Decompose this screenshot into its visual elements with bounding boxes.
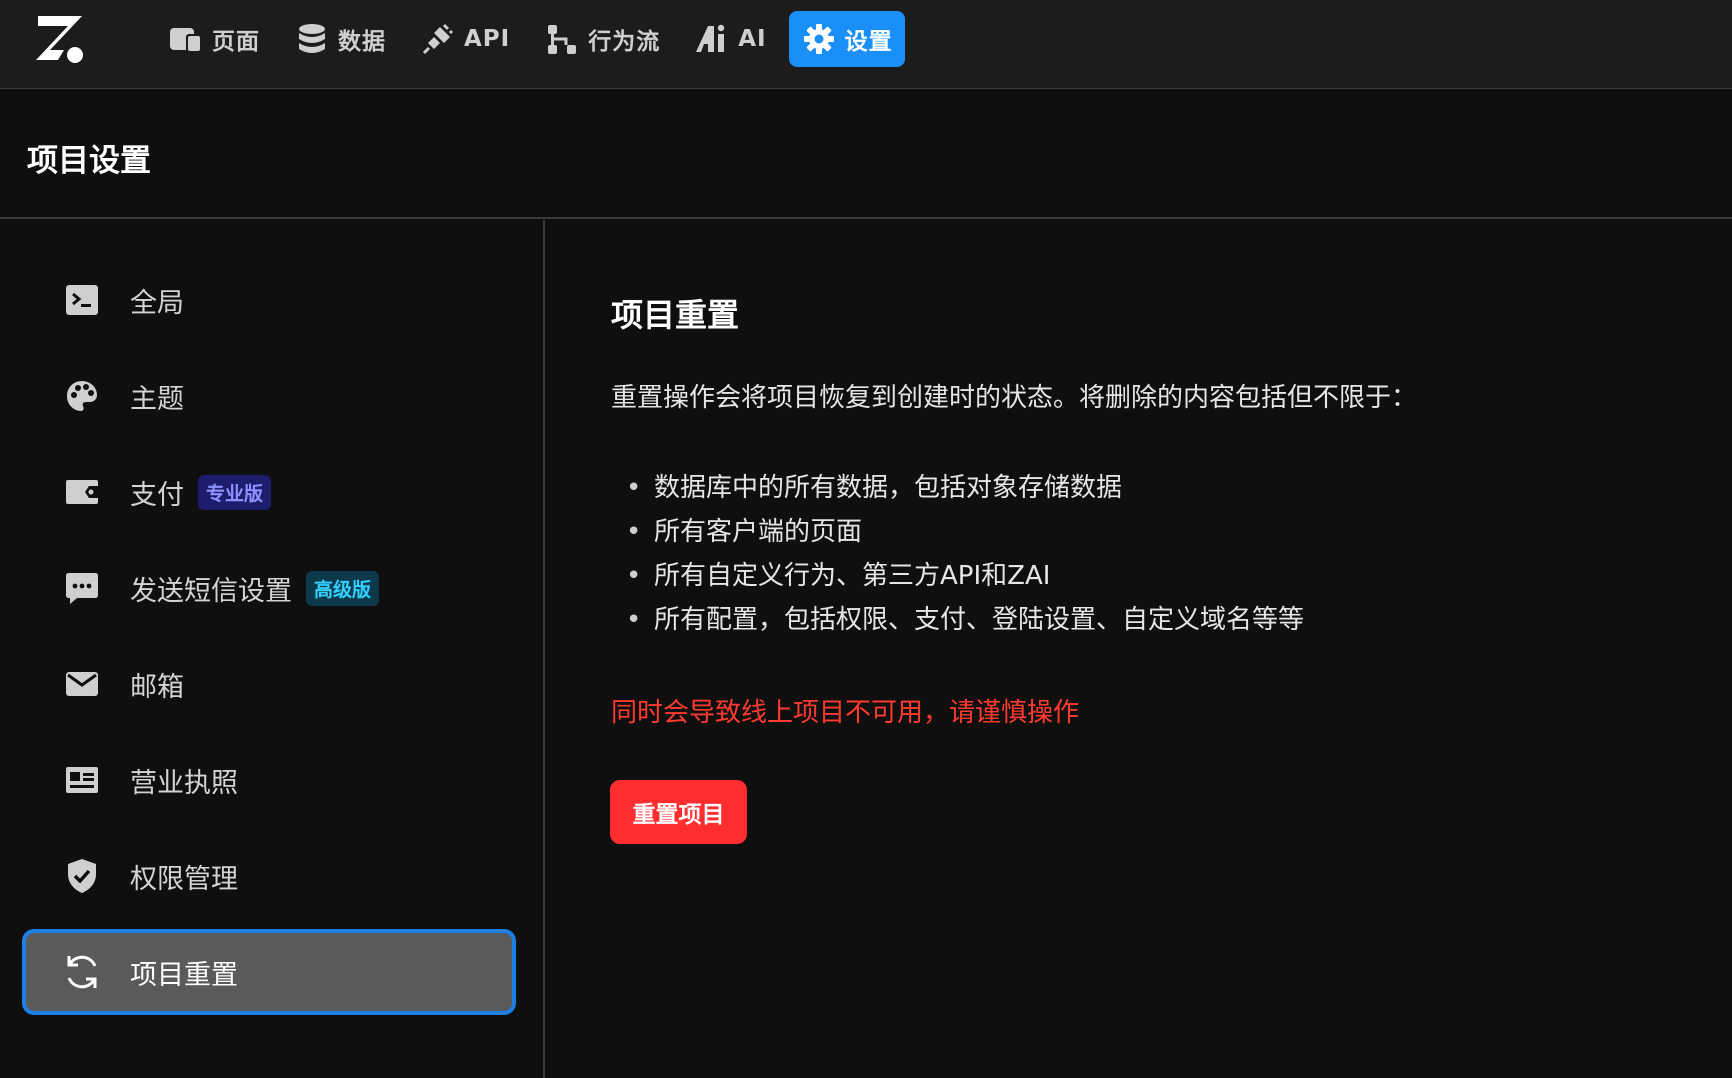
reset-project-button[interactable]: 重置项目 — [610, 780, 747, 844]
pro-plan-badge: 专业版 — [198, 474, 272, 510]
bullet-dot: • — [626, 473, 642, 503]
list-item: • 所有配置，包括权限、支付、登陆设置、自定义域名等等 — [626, 598, 1304, 642]
sidebar-item-email[interactable]: 邮箱 — [22, 641, 516, 727]
warning-text: 同时会导致线上项目不可用，请谨慎操作 — [611, 698, 1080, 728]
nav-item-data[interactable]: 数据 — [282, 11, 398, 67]
bullet-dot: • — [626, 517, 642, 547]
advanced-plan-badge: 高级版 — [306, 570, 380, 606]
nav-item-ai[interactable]: AI — [682, 11, 778, 67]
section-title: 项目重置 — [611, 296, 740, 334]
sidebar-item-label: 营业执照 — [130, 767, 238, 799]
bullet-dot: • — [626, 605, 642, 635]
sidebar-item-label: 项目重置 — [130, 959, 238, 991]
refresh-icon — [62, 952, 102, 992]
nav-item-pages[interactable]: 页面 — [156, 11, 272, 67]
nav-item-label: 页面 — [212, 29, 260, 55]
nav-item-label: 设置 — [844, 29, 893, 55]
nav-item-label: AI — [738, 26, 767, 52]
settings-sidebar: 全局 主题 支付 专业版 发送短信设置 高级版 邮箱 营业执照 权限管理 项目重… — [0, 220, 545, 1078]
nav-item-label: API — [464, 26, 511, 52]
palette-icon — [62, 376, 102, 416]
reset-description: 重置操作会将项目恢复到创建时的状态。将删除的内容包括但不限于： — [611, 383, 1418, 413]
page-title: 项目设置 — [27, 143, 151, 179]
sidebar-item-label: 全局 — [130, 287, 184, 319]
wallet-icon — [62, 472, 102, 512]
gear-icon — [801, 21, 837, 57]
sidebar-item-theme[interactable]: 主题 — [22, 353, 516, 439]
database-icon — [294, 21, 330, 57]
sidebar-item-project-reset[interactable]: 项目重置 — [22, 929, 516, 1015]
sidebar-item-label: 邮箱 — [130, 671, 184, 703]
pages-icon — [168, 21, 204, 57]
bullet-dot: • — [626, 561, 642, 591]
sidebar-item-label: 支付 — [130, 479, 184, 511]
top-navigation-bar: 页面 数据 API 行为流 AI 设置 — [0, 0, 1732, 89]
nav-item-settings[interactable]: 设置 — [788, 11, 905, 67]
nav-item-api[interactable]: API — [408, 11, 522, 67]
sidebar-item-global[interactable]: 全局 — [22, 257, 516, 343]
nav-item-label: 行为流 — [588, 29, 661, 55]
ai-icon — [694, 21, 730, 57]
sidebar-item-label: 权限管理 — [130, 863, 238, 895]
deleted-items-list: • 数据库中的所有数据，包括对象存储数据 • 所有客户端的页面 • 所有自定义行为、第… — [626, 466, 1304, 642]
page-header: 项目设置 — [0, 89, 1732, 219]
sidebar-item-sms[interactable]: 发送短信设置 高级版 — [22, 545, 516, 631]
list-item: • 数据库中的所有数据，包括对象存储数据 — [626, 466, 1304, 510]
shield-icon — [62, 856, 102, 896]
sidebar-item-label: 主题 — [130, 383, 184, 415]
sms-icon — [62, 568, 102, 608]
main-nav: 页面 数据 API 行为流 AI 设置 — [156, 11, 915, 67]
license-icon — [62, 760, 102, 800]
sidebar-item-business-license[interactable]: 营业执照 — [22, 737, 516, 823]
plug-icon — [420, 21, 456, 57]
terminal-icon — [62, 280, 102, 320]
app-logo-icon[interactable] — [34, 14, 86, 66]
nav-item-flow[interactable]: 行为流 — [532, 11, 672, 67]
list-item: • 所有自定义行为、第三方API和ZAI — [626, 554, 1304, 598]
sidebar-item-permissions[interactable]: 权限管理 — [22, 833, 516, 919]
list-item: • 所有客户端的页面 — [626, 510, 1304, 554]
nav-item-label: 数据 — [338, 29, 386, 55]
sidebar-item-payment[interactable]: 支付 专业版 — [22, 449, 516, 535]
project-reset-panel: 项目重置 重置操作会将项目恢复到创建时的状态。将删除的内容包括但不限于： • 数据… — [546, 220, 1732, 1078]
flow-icon — [544, 21, 580, 57]
mail-icon — [62, 664, 102, 704]
sidebar-item-label: 发送短信设置 — [130, 575, 292, 607]
